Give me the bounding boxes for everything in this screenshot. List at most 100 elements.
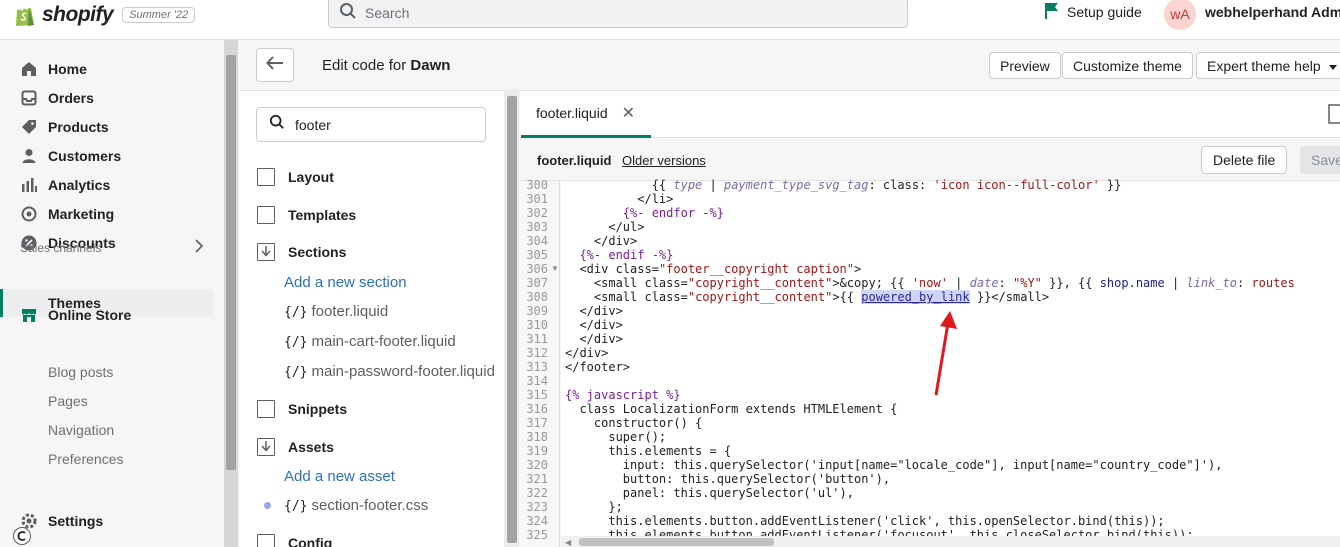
nav-scrollbar-thumb[interactable]	[226, 55, 236, 470]
editor-scrollbar-thumb[interactable]	[579, 538, 774, 546]
setup-guide-button[interactable]: Setup guide	[1044, 2, 1142, 22]
code-line: class LocalizationForm extends HTMLEleme…	[565, 402, 898, 416]
nav-settings[interactable]: Settings	[20, 510, 103, 532]
folder-config[interactable]: Config	[257, 532, 332, 547]
code-line: };	[565, 500, 623, 514]
folder-label: Layout	[288, 169, 334, 185]
store-icon	[20, 306, 38, 324]
nav-customers[interactable]: Customers	[20, 145, 121, 167]
save-button[interactable]: Save	[1300, 146, 1340, 174]
nav-marketing-label: Marketing	[48, 206, 115, 222]
file-main-password-footer[interactable]: {/} main-password-footer.liquid	[284, 363, 495, 380]
file-label: section-footer.css	[311, 497, 429, 514]
delete-file-button[interactable]: Delete file	[1201, 146, 1288, 174]
close-icon[interactable]: ✕	[622, 103, 635, 123]
flag-icon	[1044, 2, 1060, 23]
store-name[interactable]: webhelperhand Admi	[1205, 4, 1340, 20]
nav-preferences[interactable]: Preferences	[48, 448, 123, 470]
scroll-left-icon[interactable]: ◀	[565, 538, 571, 547]
line-number: 303	[526, 220, 548, 234]
tree-scrollbar-thumb[interactable]	[507, 96, 517, 543]
folder-icon	[257, 534, 275, 547]
folder-templates[interactable]: Templates	[257, 204, 356, 226]
code-line: </footer>	[565, 360, 631, 374]
nav-marketing[interactable]: Marketing	[20, 203, 114, 225]
nav-themes[interactable]: Themes	[48, 292, 101, 314]
file-label: main-cart-footer.liquid	[311, 333, 456, 350]
nav-navigation[interactable]: Navigation	[48, 419, 114, 441]
inbox-icon	[20, 89, 38, 107]
code-line: input: this.querySelector('input[name="l…	[565, 458, 1223, 472]
file-footer-liquid[interactable]: {/} footer.liquid	[284, 303, 388, 320]
page-title-prefix: Edit code for	[322, 57, 407, 74]
code-line: <small class="copyright__content">&copy;…	[565, 276, 1295, 290]
caret-down-icon	[1328, 58, 1337, 74]
theme-name: Dawn	[410, 57, 451, 74]
code-line: {% javascript %}	[565, 388, 681, 402]
brand-name: shopify	[42, 3, 114, 26]
code-file-icon: {/}	[284, 365, 308, 380]
code-line: this.elements = {	[565, 444, 732, 458]
file-label: footer.liquid	[311, 303, 389, 320]
add-new-asset-link[interactable]: Add a new asset	[284, 468, 395, 485]
code-line: </div>	[565, 234, 638, 248]
code-line: {%- endif -%}	[579, 248, 674, 262]
line-number: 313	[526, 360, 548, 374]
nav-active-indicator	[0, 289, 3, 317]
shopify-logo[interactable]: shopify Summer '22	[14, 2, 196, 28]
code-line: button: this.querySelector('button'),	[565, 472, 891, 486]
file-search-input[interactable]: footer	[256, 107, 486, 142]
highlighted-powered-by-link: powered_by_link	[861, 290, 970, 304]
top-bar: shopify Summer '22 Search Setup guide wA…	[0, 0, 1340, 40]
line-number: 315	[526, 388, 548, 402]
expert-theme-help-button[interactable]: Expert theme help	[1196, 52, 1340, 79]
add-new-section-link[interactable]: Add a new section	[284, 274, 407, 291]
back-button[interactable]	[256, 48, 294, 82]
preview-button[interactable]: Preview	[989, 52, 1061, 79]
line-number: 304	[526, 234, 548, 248]
sales-channels-header[interactable]: Sales channels	[20, 239, 204, 256]
nav-analytics[interactable]: Analytics	[20, 174, 110, 196]
older-versions-link[interactable]: Older versions	[622, 153, 706, 168]
folder-open-icon	[257, 438, 275, 456]
file-search-value: footer	[295, 116, 331, 133]
file-main-cart-footer[interactable]: {/} main-cart-footer.liquid	[284, 333, 456, 350]
line-number: 301	[526, 192, 548, 206]
folder-snippets[interactable]: Snippets	[257, 398, 347, 420]
code-line: </li>	[565, 192, 674, 206]
nav-products[interactable]: Products	[20, 116, 109, 138]
avatar[interactable]: wA	[1164, 0, 1196, 30]
folder-icon	[257, 206, 275, 224]
code-line: <small class="copyright__content">{{ pow…	[565, 290, 1050, 304]
chat-icon[interactable]	[13, 527, 31, 545]
nav-settings-label: Settings	[48, 513, 104, 529]
nav-customers-label: Customers	[48, 148, 122, 164]
folder-assets[interactable]: Assets	[257, 436, 334, 458]
line-number: 305	[526, 248, 548, 262]
folder-layout[interactable]: Layout	[257, 166, 334, 188]
search-icon	[269, 114, 285, 135]
line-number: 320	[526, 458, 548, 472]
expand-icon[interactable]	[1328, 104, 1340, 129]
code-line: constructor() {	[565, 416, 703, 430]
customize-theme-button[interactable]: Customize theme	[1062, 52, 1193, 79]
folder-icon	[257, 168, 275, 186]
code-line: </div>	[565, 304, 623, 318]
folder-label: Sections	[288, 244, 347, 260]
line-number: 316	[526, 402, 548, 416]
folder-sections[interactable]: Sections	[257, 241, 346, 263]
code-line: {%- endfor -%}	[622, 206, 724, 220]
search-input[interactable]: Search	[328, 0, 908, 28]
line-number: 311	[526, 332, 548, 346]
file-section-footer-css[interactable]: {/} section-footer.css	[284, 497, 428, 514]
tab-footer-liquid[interactable]: footer.liquid ✕	[521, 91, 651, 138]
nav-orders[interactable]: Orders	[20, 87, 94, 109]
search-icon	[339, 2, 357, 25]
code-line: {{ type | payment_type_svg_tag: class: '…	[565, 178, 1122, 192]
folder-label: Assets	[288, 439, 334, 455]
fold-arrow-icon[interactable]: ▼	[551, 264, 559, 273]
line-number: 325	[526, 528, 548, 542]
nav-home[interactable]: Home	[20, 58, 87, 80]
nav-blog-posts[interactable]: Blog posts	[48, 361, 113, 383]
nav-pages[interactable]: Pages	[48, 390, 88, 412]
